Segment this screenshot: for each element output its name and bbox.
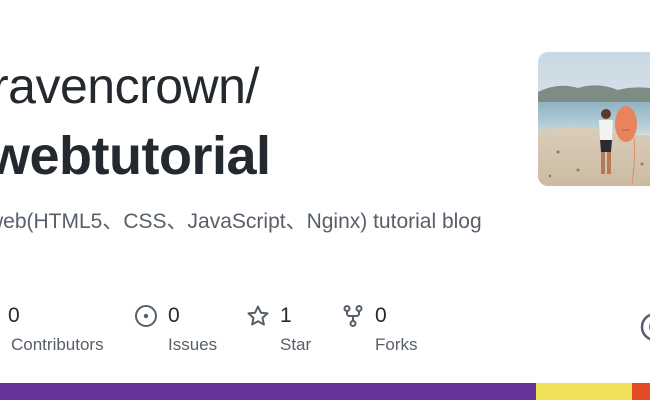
repo-description: web(HTML5、CSS、JavaScript、Nginx) tutorial… <box>0 210 482 233</box>
star-icon <box>246 304 270 328</box>
language-bar <box>0 383 650 400</box>
stat-stars[interactable]: 1 Star <box>246 302 311 362</box>
issues-count: 0 <box>168 304 180 327</box>
repo-social-card: ravencrown/ webtutorial web(HTML5、CSS、Ja… <box>0 0 650 400</box>
repo-name[interactable]: webtutorial <box>0 124 271 188</box>
github-logo-icon[interactable] <box>640 312 650 342</box>
forks-count: 0 <box>375 304 387 327</box>
contributors-count: 0 <box>8 304 20 327</box>
forks-label: Forks <box>375 335 418 354</box>
issue-icon <box>134 304 158 328</box>
stars-label: Star <box>280 335 312 354</box>
stars-count: 1 <box>280 304 292 327</box>
issues-label: Issues <box>168 335 218 354</box>
stat-contributors[interactable]: 0 Contributors <box>0 302 104 362</box>
beach-photo <box>538 52 650 186</box>
stat-issues[interactable]: 0 Issues <box>134 302 217 362</box>
language-segment <box>536 383 633 400</box>
stat-forks[interactable]: 0 Forks <box>341 302 418 362</box>
owner-avatar[interactable] <box>538 52 650 186</box>
fork-icon <box>341 304 365 328</box>
repo-owner[interactable]: ravencrown/ <box>0 56 259 116</box>
language-segment <box>632 383 650 400</box>
contributors-label: Contributors <box>11 335 104 354</box>
language-segment <box>0 383 537 400</box>
